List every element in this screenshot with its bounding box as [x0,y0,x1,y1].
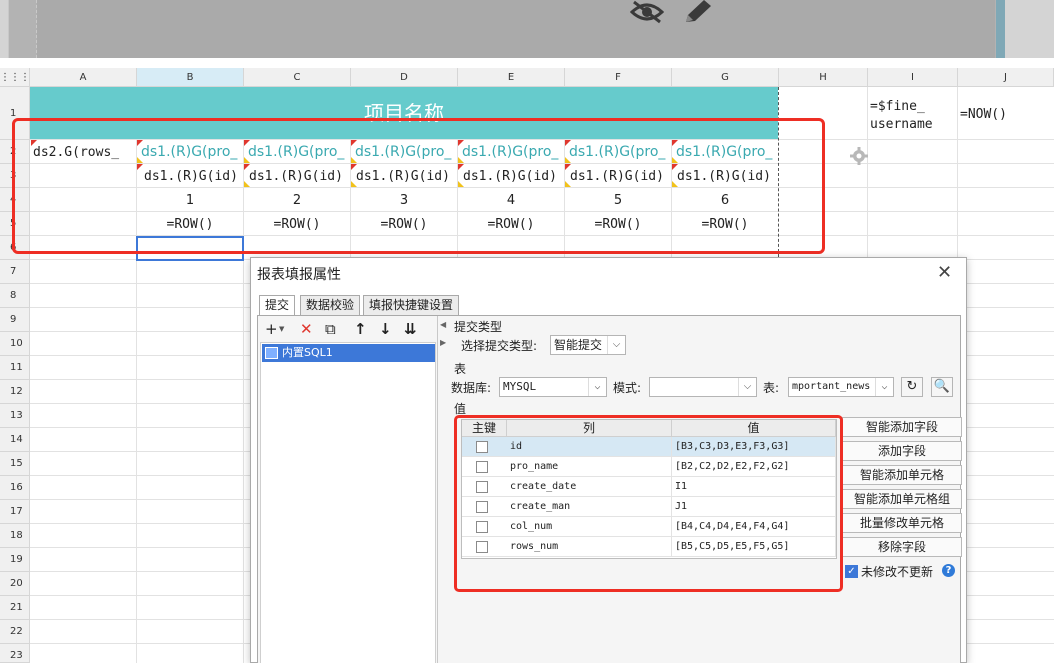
search-document-icon: 🔍 [933,379,951,394]
grid-corner[interactable]: ⋮⋮⋮ [0,68,30,87]
row-header-17[interactable]: 17 [0,500,30,524]
row-header-11[interactable]: 11 [0,356,30,380]
database-value: MYSQL [503,380,537,393]
submit-type-select[interactable]: 智能提交 ⌵ [550,335,626,355]
eye-off-icon[interactable] [629,0,665,26]
row-header-14[interactable]: 14 [0,428,30,452]
dialog-title: 报表填报属性 [257,267,341,283]
column-header-b[interactable]: B [137,68,244,87]
move-up-icon[interactable]: ↑ [354,320,367,338]
row-header-19[interactable]: 19 [0,548,30,572]
no-change-no-update-label: 未修改不更新 [861,565,934,579]
gear-icon[interactable] [850,147,868,165]
column-header-f[interactable]: F [565,68,672,87]
tab-data-validation[interactable]: 数据校验 [300,295,361,315]
schema-select[interactable]: ⌵ [649,377,757,397]
column-header-g[interactable]: G [672,68,779,87]
preview-guide [36,0,37,58]
expand-arrow-icon[interactable]: ▶ [440,338,446,347]
database-label: 数据库: [451,381,492,395]
database-select[interactable]: MYSQL ⌵ [499,377,607,397]
column-header-c[interactable]: C [244,68,351,87]
database-icon [265,347,278,359]
table-value: mportant_news [792,381,871,392]
grid-corner-label: ⋮⋮⋮ [0,72,30,83]
close-button[interactable]: ✕ [937,262,952,283]
highlight-box-value-table [454,415,843,592]
no-change-no-update-checkbox[interactable]: ✓ [845,565,858,578]
move-down-icon[interactable]: ↓ [379,320,392,338]
submit-type-label: 选择提交类型: [461,339,538,353]
preview-table-button[interactable]: 🔍 [931,377,953,397]
cell-j1[interactable]: =NOW() [960,106,1052,124]
add-dropdown-icon[interactable]: ▼ [279,325,284,333]
chevron-down-icon: ⌵ [875,378,893,396]
preview-area [0,0,1054,58]
refresh-button[interactable]: ↻ [901,377,923,397]
list-item-builtin-sql[interactable]: 内置SQL1 [262,344,435,362]
remove-field-button[interactable]: 移除字段 [842,537,962,557]
row-header-7[interactable]: 7 [0,260,30,284]
submit-type-section-label: 提交类型 [454,320,503,334]
tab-submit[interactable]: 提交 [259,295,296,315]
row-header-15[interactable]: 15 [0,452,30,476]
row-header-22[interactable]: 22 [0,620,30,644]
smart-add-cells-button[interactable]: 智能添加单元格 [842,465,962,485]
row-header-8[interactable]: 8 [0,284,30,308]
chevron-down-icon: ⌵ [588,378,606,396]
schema-label: 模式: [613,381,642,395]
add-field-button[interactable]: 添加字段 [842,441,962,461]
help-icon[interactable]: ? [942,564,955,577]
row-header-21[interactable]: 21 [0,596,30,620]
column-header-i[interactable]: I [868,68,958,87]
submit-list: 内置SQL1 [260,342,436,663]
row-header-16[interactable]: 16 [0,476,30,500]
chevron-down-icon: ⌵ [607,336,625,354]
column-header-d[interactable]: D [351,68,458,87]
tab-panel-submit: + ▼ ✕ ⧉ ↑ ↓ ⇊ 内置SQL1 ◀ ▶ 提交类型 选择提交类型: 智能… [257,315,962,663]
column-header-j[interactable]: J [958,68,1054,87]
column-header-e[interactable]: E [458,68,565,87]
row-header-20[interactable]: 20 [0,572,30,596]
chevron-down-icon: ⌵ [738,378,756,396]
submit-type-value: 智能提交 [554,338,603,352]
table-section-label: 表 [454,362,467,376]
row-header-10[interactable]: 10 [0,332,30,356]
row-header-9[interactable]: 9 [0,308,30,332]
column-header-h[interactable]: H [779,68,868,87]
delete-icon[interactable]: ✕ [300,320,313,338]
column-header-a[interactable]: A [30,68,137,87]
table-label: 表: [763,381,780,395]
list-item-label: 内置SQL1 [282,346,333,359]
row-header-23[interactable]: 23 [0,644,30,663]
row-header-12[interactable]: 12 [0,380,30,404]
row-header-18[interactable]: 18 [0,524,30,548]
preview-scroll-rail[interactable] [996,0,1005,58]
table-select[interactable]: mportant_news ⌵ [788,377,894,397]
move-bottom-icon[interactable]: ⇊ [404,320,417,338]
collapse-arrow-icon[interactable]: ◀ [440,320,446,329]
preview-inner [37,0,995,58]
submit-list-pane: + ▼ ✕ ⧉ ↑ ↓ ⇊ 内置SQL1 [258,316,438,663]
refresh-icon: ↻ [906,379,918,394]
report-fill-properties-dialog: 报表填报属性 ✕ 提交 数据校验 填报快捷键设置 + ▼ ✕ ⧉ ↑ ↓ ⇊ 内… [250,257,967,663]
preview-panel [8,0,996,58]
tab-shortcut-settings[interactable]: 填报快捷键设置 [363,295,460,315]
smart-add-cell-groups-button[interactable]: 智能添加单元格组 [842,489,962,509]
cell-i1[interactable]: =$fine_ username [870,98,956,134]
add-icon[interactable]: + [265,320,278,338]
batch-modify-cells-button[interactable]: 批量修改单元格 [842,513,962,533]
smart-add-fields-button[interactable]: 智能添加字段 [842,417,962,437]
row-header-13[interactable]: 13 [0,404,30,428]
pencil-icon[interactable] [682,0,716,26]
copy-icon[interactable]: ⧉ [325,320,336,338]
highlight-box-report-area [12,118,825,254]
